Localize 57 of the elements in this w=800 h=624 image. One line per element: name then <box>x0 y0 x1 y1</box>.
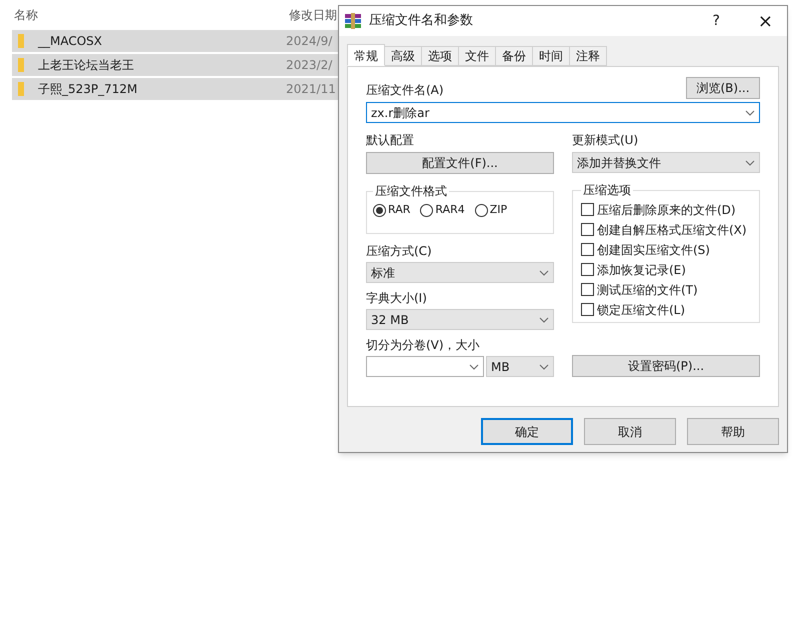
chevron-down-icon <box>539 316 549 322</box>
checkbox-option[interactable]: 添加恢复记录(E) <box>581 261 751 278</box>
field-label: 压缩文件名(A) <box>366 82 444 99</box>
tab[interactable]: 注释 <box>570 46 607 66</box>
folder-icon <box>18 58 24 72</box>
radio-option[interactable]: RAR <box>373 202 410 218</box>
radio-option[interactable]: ZIP <box>474 202 508 218</box>
file-date: 2021/11 <box>286 81 336 98</box>
checkbox-option[interactable]: 锁定压缩文件(L) <box>581 301 751 318</box>
dialog-button[interactable]: 帮助 <box>687 418 779 445</box>
unit-select[interactable]: MB <box>486 356 554 377</box>
window-title: 压缩文件名和参数 <box>369 12 473 30</box>
field-label: 默认配置 <box>366 132 415 149</box>
folder-icon <box>18 34 24 48</box>
group-label: 压缩文件格式 <box>374 183 448 200</box>
file-name: 上老王论坛当老王 <box>38 57 135 74</box>
checkbox-option[interactable]: 测试压缩的文件(T) <box>581 281 751 298</box>
chevron-down-icon <box>539 270 549 276</box>
field-label: 切分为分卷(V)，大小 <box>366 337 481 354</box>
update-mode-select[interactable]: 添加并替换文件 <box>572 152 760 173</box>
archive-icon <box>345 13 361 29</box>
chevron-down-icon <box>539 364 549 370</box>
chevron-down-icon <box>469 364 479 370</box>
folder-icon <box>18 82 24 96</box>
file-date: 2024/9/ <box>286 33 332 50</box>
checkbox-option[interactable]: 创建固实压缩文件(S) <box>581 241 751 258</box>
dialog-button[interactable]: 取消 <box>584 418 676 445</box>
checkbox-option[interactable]: 压缩后删除原来的文件(D) <box>581 201 751 218</box>
field-label: 压缩方式(C) <box>366 243 433 260</box>
tab[interactable]: 高级 <box>385 46 422 66</box>
checkbox-option[interactable]: 创建自解压格式压缩文件(X) <box>581 221 751 238</box>
chevron-down-icon <box>745 110 755 116</box>
close-button[interactable]: × <box>758 8 773 34</box>
archive-name-field[interactable]: zx.r删除ar <box>366 102 760 123</box>
group-label: 压缩选项 <box>582 182 632 199</box>
file-date: 2023/2/ <box>286 57 332 74</box>
tab[interactable]: 时间 <box>533 46 570 66</box>
browse-button[interactable]: 浏览(B)... <box>686 77 760 99</box>
method-select[interactable]: 标准 <box>366 262 554 283</box>
split-size-field[interactable] <box>366 356 484 377</box>
password-button[interactable]: 设置密码(P)... <box>572 355 760 377</box>
field-label: 字典大小(I) <box>366 290 428 307</box>
column-header[interactable]: 修改日期 <box>289 6 337 24</box>
tab[interactable]: 文件 <box>459 46 496 66</box>
chevron-down-icon <box>745 160 755 166</box>
radio-option[interactable]: RAR4 <box>420 202 465 218</box>
file-name: __MACOSX <box>38 33 104 50</box>
file-name: 子熙_523P_712M <box>38 81 138 98</box>
dictionary-select[interactable]: 32 MB <box>366 309 554 330</box>
profile-button[interactable]: 配置文件(F)... <box>366 152 554 174</box>
field-label: 更新模式(U) <box>572 132 640 149</box>
tab[interactable]: 备份 <box>496 46 533 66</box>
column-header[interactable]: 名称 <box>14 6 289 24</box>
dialog-button[interactable]: 确定 <box>481 418 573 445</box>
tab[interactable]: 选项 <box>422 46 459 66</box>
tab[interactable]: 常规 <box>347 44 385 66</box>
help-button[interactable]: ? <box>712 10 720 32</box>
